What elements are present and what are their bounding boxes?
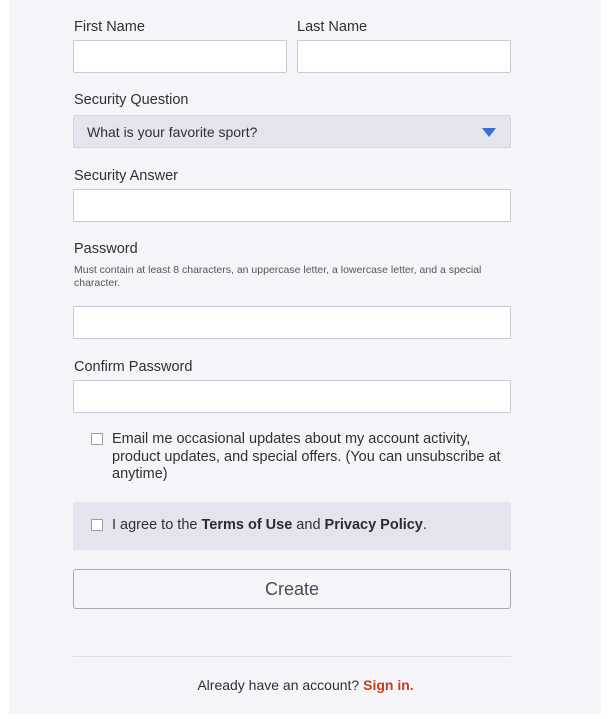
agree-terms-text: I agree to the Terms of Use and Privacy … xyxy=(112,517,427,533)
password-label: Password xyxy=(74,241,138,257)
last-name-input[interactable] xyxy=(297,40,511,73)
email-updates-checkbox[interactable] xyxy=(91,433,103,445)
email-updates-text: Email me occasional updates about my acc… xyxy=(112,431,501,482)
triangle-down-icon xyxy=(482,128,496,137)
terms-of-use-link[interactable]: Terms of Use xyxy=(201,517,292,533)
agree-and: and xyxy=(292,517,325,533)
agree-prefix: I agree to the xyxy=(112,517,202,533)
security-question-label: Security Question xyxy=(74,92,189,108)
password-input[interactable] xyxy=(73,306,511,339)
first-name-label: First Name xyxy=(74,19,145,35)
confirm-password-label: Confirm Password xyxy=(74,359,193,375)
confirm-password-input[interactable] xyxy=(73,380,511,413)
security-question-select[interactable]: What is your favorite sport? xyxy=(73,115,511,148)
first-name-input[interactable] xyxy=(73,40,287,73)
agree-terms-checkbox[interactable] xyxy=(91,519,103,531)
password-hint: Must contain at least 8 characters, an u… xyxy=(74,264,482,289)
create-button[interactable]: Create xyxy=(73,569,511,609)
security-answer-input[interactable] xyxy=(73,189,511,222)
last-name-label: Last Name xyxy=(297,19,368,35)
signin-link[interactable]: Sign in. xyxy=(363,677,414,693)
privacy-policy-link[interactable]: Privacy Policy xyxy=(325,517,423,533)
footer-divider xyxy=(73,656,511,657)
signin-prompt-text: Already have an account? xyxy=(197,677,364,693)
signin-prompt: Already have an account? Sign in. xyxy=(0,677,611,693)
security-question-selected: What is your favorite sport? xyxy=(87,123,258,140)
agree-suffix: . xyxy=(422,517,427,533)
security-answer-label: Security Answer xyxy=(74,168,178,184)
